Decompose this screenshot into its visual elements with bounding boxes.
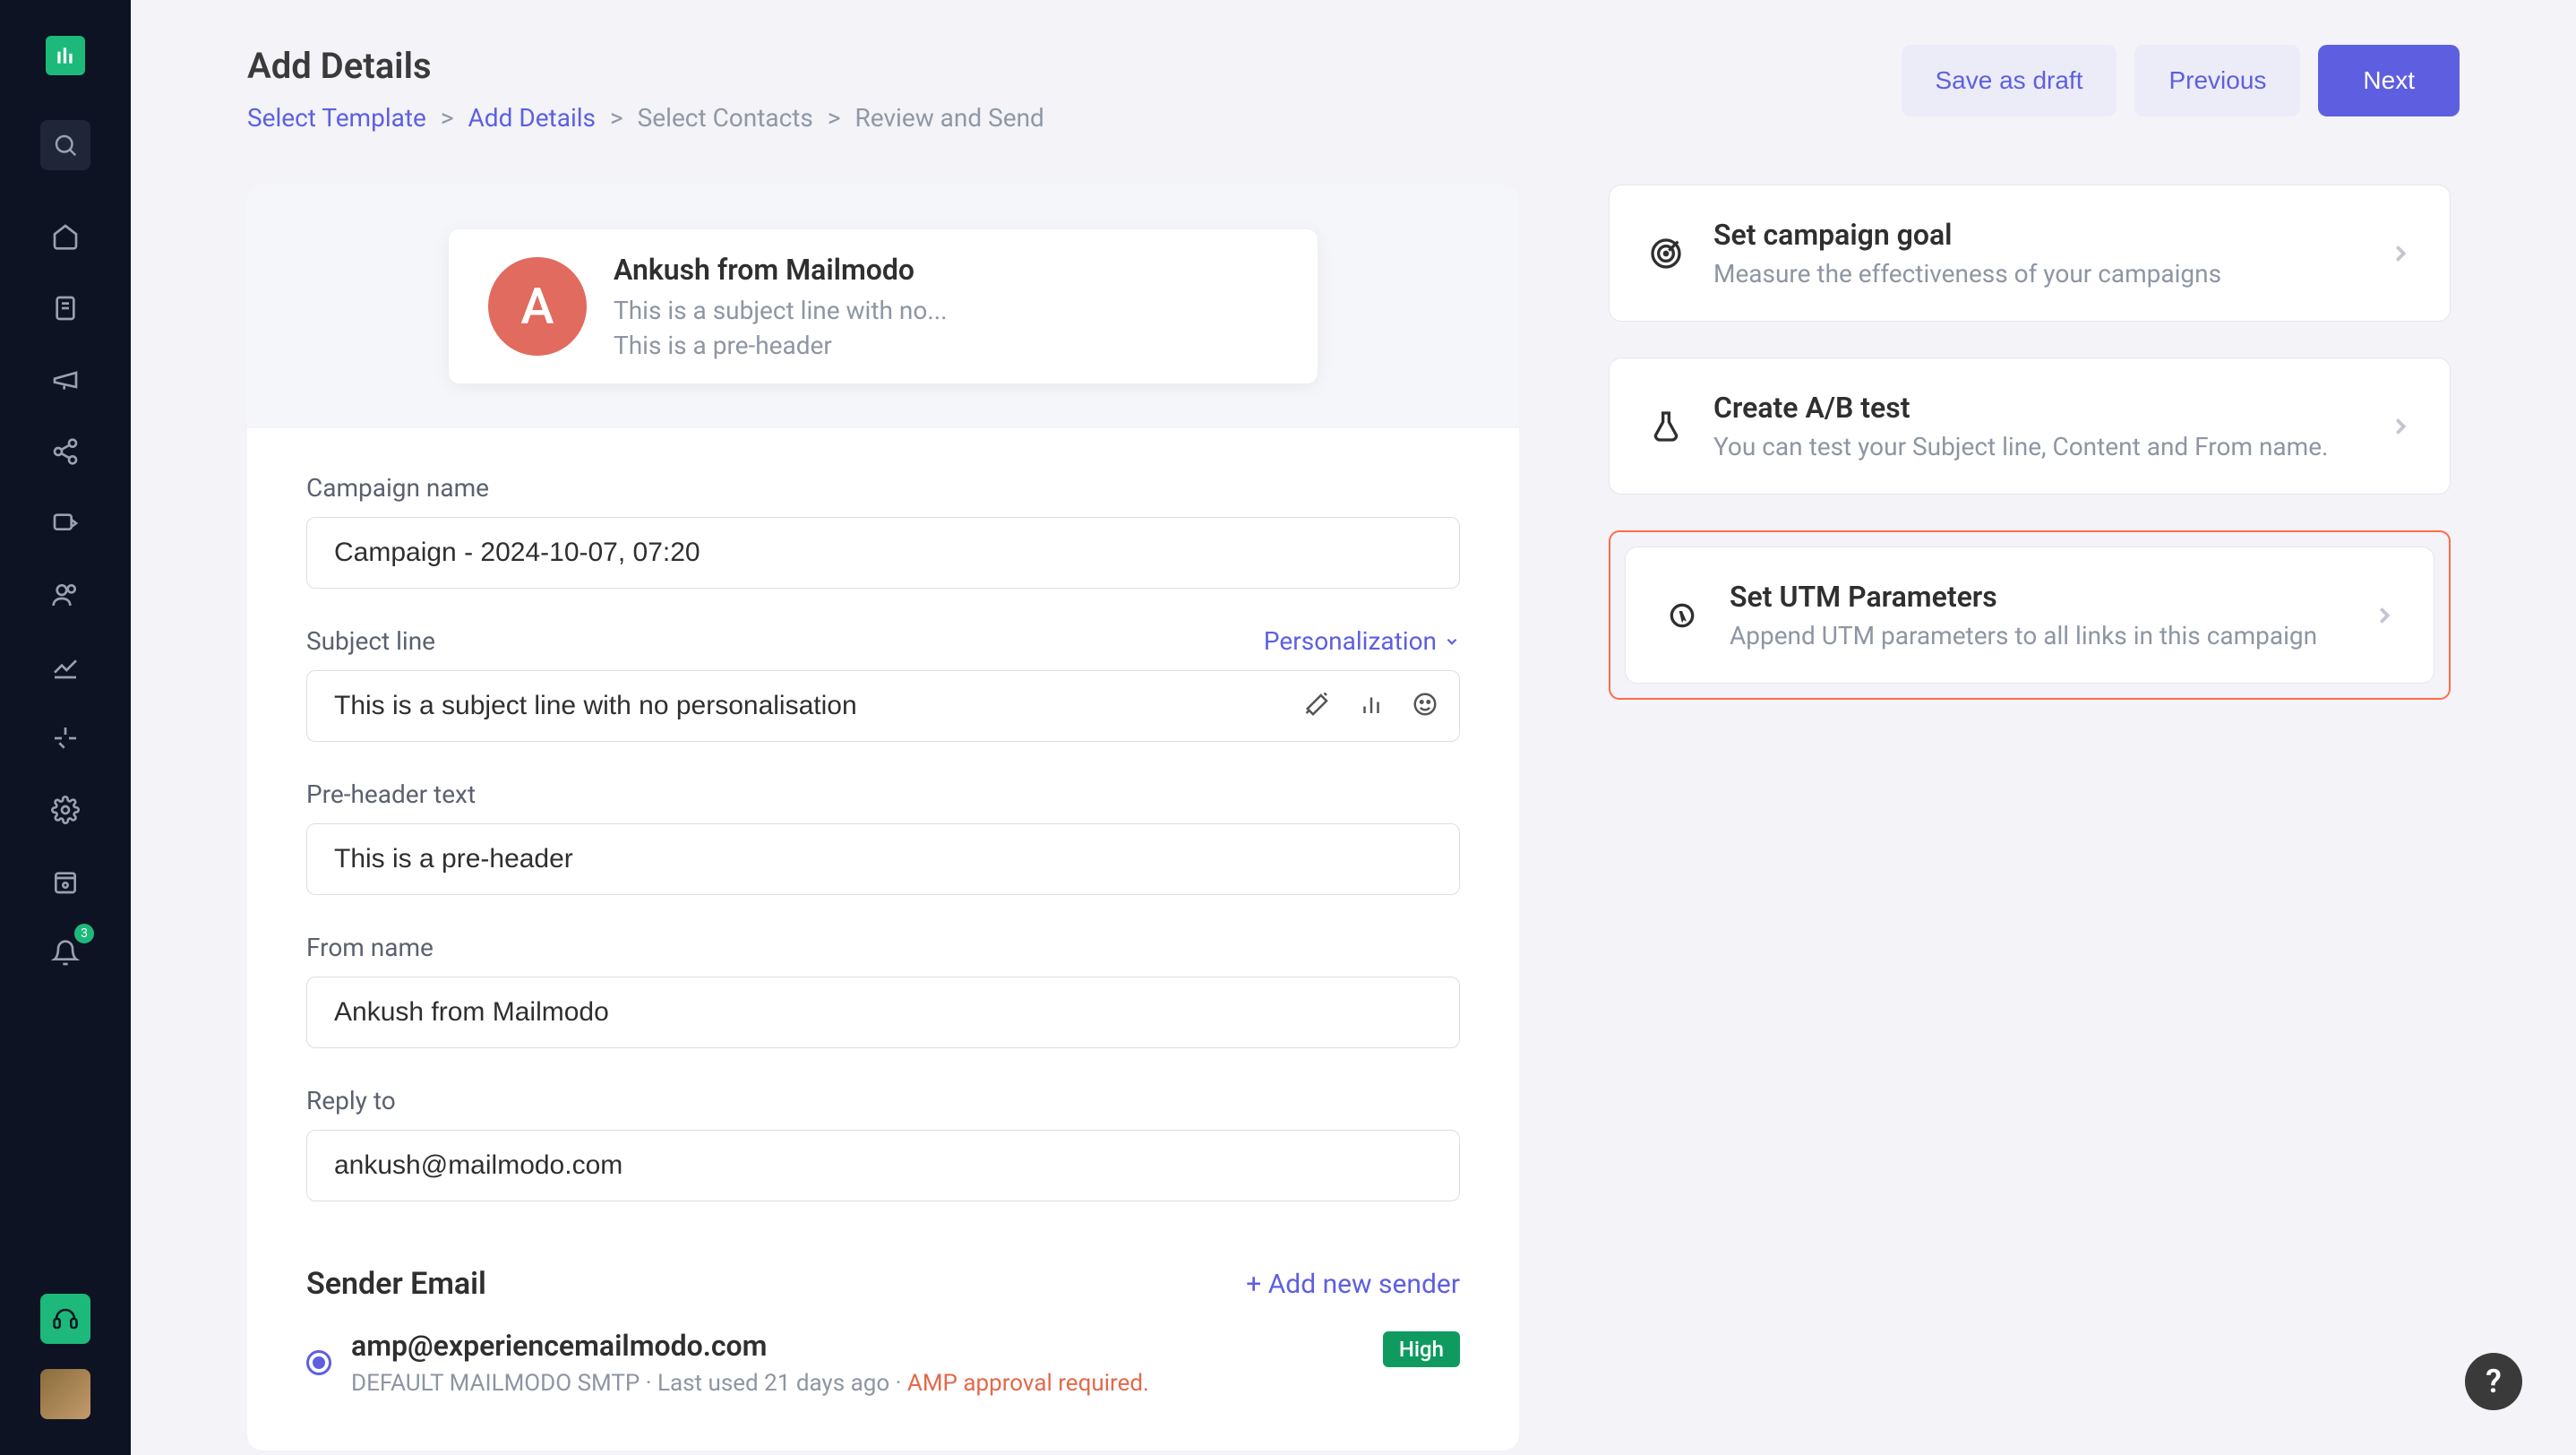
preheader-label: Pre-header text	[306, 779, 1460, 809]
breadcrumb-step[interactable]: Review and Send	[855, 103, 1044, 133]
preview-strip: A Ankush from Mailmodo This is a subject…	[247, 185, 1519, 428]
nav-notifications-icon[interactable]: 3	[40, 928, 90, 978]
sender-last-used: Last used 21 days ago	[657, 1370, 889, 1397]
nav-actions-icon[interactable]	[40, 713, 90, 763]
campaign-name-label: Campaign name	[306, 473, 1460, 503]
personalization-link[interactable]: Personalization	[1264, 626, 1460, 656]
notification-badge: 3	[74, 924, 94, 943]
opt-utm-parameters[interactable]: Set UTM Parameters Append UTM parameters…	[1625, 547, 2434, 684]
sender-email-value: amp@experiencemailmodo.com	[351, 1329, 767, 1363]
breadcrumb: Select Template > Add Details > Select C…	[247, 103, 1044, 133]
amp-warning: AMP approval required.	[907, 1370, 1149, 1397]
emoji-icon[interactable]	[1412, 691, 1438, 721]
chevron-right-icon	[2371, 602, 2398, 629]
opt-title: Set UTM Parameters	[1730, 580, 2344, 614]
radio-selected-icon[interactable]	[306, 1350, 331, 1375]
flask-icon	[1645, 406, 1687, 447]
subject-label: Subject line	[306, 626, 435, 656]
preheader-input[interactable]	[306, 823, 1460, 895]
search-button[interactable]	[40, 120, 90, 170]
user-avatar[interactable]	[40, 1369, 90, 1419]
save-draft-button[interactable]: Save as draft	[1902, 45, 2117, 116]
deliverability-badge: High	[1383, 1331, 1460, 1367]
preview-from: Ankush from Mailmodo	[614, 253, 947, 287]
preview-avatar: A	[488, 257, 587, 356]
campaign-name-input[interactable]	[306, 517, 1460, 589]
nav-contacts-icon[interactable]	[40, 570, 90, 620]
preview-subject: This is a subject line with no...	[614, 296, 947, 325]
from-name-label: From name	[306, 933, 1460, 962]
opt-title: Create A/B test	[1713, 391, 2360, 425]
nav-campaigns-icon[interactable]	[40, 355, 90, 405]
from-name-input[interactable]	[306, 977, 1460, 1048]
email-preview-card: A Ankush from Mailmodo This is a subject…	[449, 229, 1318, 383]
opt-title: Set campaign goal	[1713, 218, 2360, 252]
sender-option[interactable]: amp@experiencemailmodo.com High DEFAULT …	[306, 1329, 1460, 1397]
add-sender-link[interactable]: + Add new sender	[1246, 1269, 1460, 1300]
side-options: Set campaign goal Measure the effectiven…	[1609, 185, 2451, 700]
nav-settings-icon[interactable]	[40, 785, 90, 835]
nav-templates-icon[interactable]	[40, 283, 90, 333]
sender-smtp-label: DEFAULT MAILMODO SMTP	[351, 1370, 640, 1397]
nav-analytics-icon[interactable]	[40, 641, 90, 692]
breadcrumb-step[interactable]: Select Contacts	[638, 103, 813, 133]
reply-to-input[interactable]	[306, 1130, 1460, 1201]
cursor-click-icon	[1662, 595, 1703, 636]
nav-forms-icon[interactable]	[40, 498, 90, 548]
support-button[interactable]	[40, 1294, 90, 1344]
sender-email-heading: Sender Email	[306, 1266, 486, 1302]
reply-to-label: Reply to	[306, 1086, 1460, 1115]
opt-desc: Measure the effectiveness of your campai…	[1713, 259, 2360, 288]
page-title: Add Details	[247, 45, 1044, 87]
opt-desc: Append UTM parameters to all links in th…	[1730, 621, 2344, 650]
bar-chart-icon[interactable]	[1358, 691, 1385, 721]
magic-wand-icon[interactable]	[1304, 691, 1331, 721]
breadcrumb-step[interactable]: Select Template	[247, 103, 426, 133]
nav-share-icon[interactable]	[40, 426, 90, 477]
sidebar: 3	[0, 0, 131, 1455]
chevron-right-icon	[2387, 413, 2414, 440]
opt-campaign-goal[interactable]: Set campaign goal Measure the effectiven…	[1609, 185, 2451, 322]
help-fab[interactable]: ?	[2465, 1353, 2522, 1410]
opt-ab-test[interactable]: Create A/B test You can test your Subjec…	[1609, 357, 2451, 495]
breadcrumb-step[interactable]: Add Details	[468, 103, 596, 133]
nav-calendar-icon[interactable]	[40, 857, 90, 907]
next-button[interactable]: Next	[2318, 45, 2460, 116]
previous-button[interactable]: Previous	[2134, 45, 2300, 116]
subject-input[interactable]	[306, 670, 1460, 742]
preview-preheader: This is a pre-header	[614, 331, 947, 360]
details-card: A Ankush from Mailmodo This is a subject…	[247, 185, 1519, 1451]
chevron-right-icon	[2387, 240, 2414, 267]
opt-desc: You can test your Subject line, Content …	[1713, 432, 2360, 461]
target-icon	[1645, 233, 1687, 274]
app-logo[interactable]	[46, 36, 85, 75]
nav-home-icon[interactable]	[40, 211, 90, 262]
opt-utm-highlighted: Set UTM Parameters Append UTM parameters…	[1609, 530, 2451, 700]
